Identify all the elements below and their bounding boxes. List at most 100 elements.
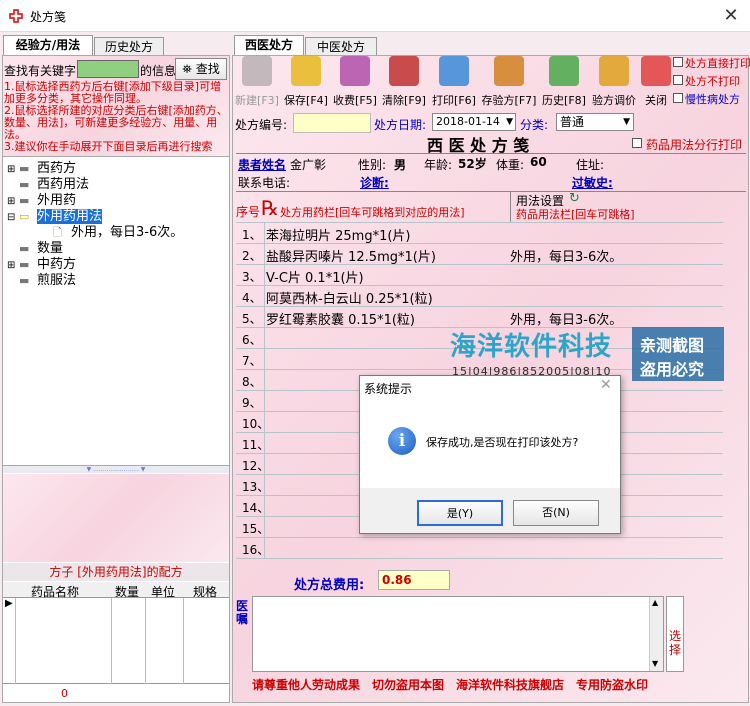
opt-no-print: 处方不打印 [685,75,740,88]
row-drug[interactable]: 盐酸异丙嗪片 12.5mg*1(片) [266,246,436,265]
tree-expander-icon[interactable]: ⊞ [7,258,19,274]
date-picker[interactable]: 2018-01-14 ▼ [432,113,516,131]
rx-row[interactable]: 5、 罗红霉素胶囊 0.15*1(粒) 外用，每日3-6次。 [236,307,723,328]
row-pointer-icon: ▶ [5,598,13,609]
red-cross-icon [9,9,23,23]
rx-no-input[interactable] [293,113,371,133]
toolbar-button[interactable]: 打印[F6] [430,55,478,107]
rx-row[interactable]: 3、 V-C片 0.1*1(片) [236,265,723,286]
allergy-label[interactable]: 过敏史: [572,174,613,191]
tree-expander-icon[interactable]: ⊞ [7,194,19,210]
date-value: 2018-01-14 [436,115,500,128]
rx-row[interactable]: 16、 [236,538,723,559]
tree-item[interactable]: 🗋 外用，每日3-6次。 [7,225,183,241]
splitter-handle[interactable]: ▼ ........................ ▼ [3,465,229,473]
tree-item-label: 西药方 [37,161,77,176]
tree-item[interactable]: ⊟ ▭ 外用药用法 [7,209,183,225]
col-drug-header: 处方用药栏[回车可跳格到对应的用法] [280,206,465,219]
row-number: 11、 [242,438,270,452]
recipe-grid[interactable]: ▶ [3,598,229,684]
sex-value[interactable]: 男 [394,156,406,173]
adjust-price-icon [599,56,629,86]
toolbar-button-label: 清除[F9] [382,94,426,107]
toolbar-button[interactable]: 保存[F4] [282,55,330,107]
dialog-close-icon[interactable]: ✕ [600,377,612,393]
patient-name[interactable]: 金广彰 [290,156,326,173]
rx-row[interactable]: 1、 苯海拉明片 25mg*1(片) [236,223,723,244]
advice-textarea[interactable]: ▲ ▼ [252,596,664,672]
tree-item-label: 西药用法 [37,177,90,192]
drive-icon: ▬ [19,242,30,255]
row-drug[interactable]: 苯海拉明片 25mg*1(片) [266,225,411,244]
rx-row[interactable]: 2、 盐酸异丙嗪片 12.5mg*1(片) 外用，每日3-6次。 [236,244,723,265]
print-icon [439,56,469,86]
toolbar-button[interactable]: 收费[F5] [331,55,379,107]
system-dialog: 系统提示 ✕ i 保存成功,是否现在打印该处方? 是(Y) 否(N) [359,375,621,534]
scroll-up-icon[interactable]: ▲ [652,598,658,607]
refresh-icon[interactable]: ↻ [569,191,580,206]
row-usage[interactable]: 外用，每日3-6次。 [510,246,622,265]
toolbar-button[interactable]: 关闭 [641,55,671,107]
rx-row[interactable]: 4、 阿莫西林-白云山 0.25*1(粒) [236,286,723,307]
advice-select-button[interactable]: 选择 [666,596,684,672]
tree-item[interactable]: ⊞ ▬ 外用药 [7,193,183,209]
tree-item[interactable]: ⊞ ▬ 西药方 [7,161,183,177]
row-number: 2、 [242,249,262,263]
opt-direct-print-checkbox[interactable] [673,57,683,67]
tips: 1.鼠标选择西药方后右键[添加下级目录]可增加更多分类，其它操作同理。 2.鼠标… [4,81,230,153]
diagnosis-label[interactable]: 诊断: [360,174,389,191]
drive-icon: ▬ [19,258,30,271]
dialog-message: 保存成功,是否现在打印该处方? [426,436,579,449]
drive-icon: ▬ [19,194,30,207]
row-number: 16、 [242,543,270,557]
tip-2: 2.鼠标选择所建的对应分类后右键[添加药方、数量、用法]，可新建更多经验方、用量… [4,104,228,141]
opt-no-print-checkbox[interactable] [673,75,683,85]
toolbar-button[interactable]: 历史[F8] [540,55,588,107]
tree-item[interactable]: ⊞ ▬ 中药方 [7,257,183,273]
tree-item-label: 煎服法 [37,273,77,288]
split-print-label: 药品用法分行打印 [646,138,743,152]
tree-expander-icon[interactable]: ⊟ [7,210,19,226]
tree-item[interactable]: ▬ 西药用法 [7,177,183,193]
save-icon [291,56,321,86]
tab-western[interactable]: 西医处方 [234,35,304,57]
history-icon [549,56,579,86]
advice-label: 医嘱 [236,599,249,626]
toolbar-button[interactable]: 新建[F3] [234,55,280,107]
dialog-title: 系统提示 [364,382,413,396]
search-input[interactable] [77,60,139,78]
category-value: 普通 [560,115,585,129]
search-button[interactable]: ⛯ 查找 [175,58,227,80]
tab-experience[interactable]: 经验方/用法 [3,35,93,57]
scroll-down-icon[interactable]: ▼ [652,659,658,668]
weight-value[interactable]: 60 [530,155,547,169]
row-drug[interactable]: V-C片 0.1*1(片) [266,267,364,286]
toolbar-button-label: 存验方[F7] [481,94,537,107]
tab-chinese[interactable]: 中医处方 [305,37,377,57]
row-drug[interactable]: 罗红霉素胶囊 0.15*1(粒) [266,309,415,328]
drive-icon: ▬ [19,178,30,191]
category-select[interactable]: 普通 ▼ [556,113,634,131]
close-icon[interactable]: ✕ [718,4,744,28]
toolbar-button-label: 关闭 [645,94,667,107]
tree-item[interactable]: ▬ 煎服法 [7,273,183,289]
toolbar-button-label: 收费[F5] [333,94,377,107]
toolbar-button[interactable]: 存验方[F7] [479,55,539,107]
toolbar-button[interactable]: 清除[F9] [380,55,428,107]
tree-expander-icon[interactable]: ⊞ [7,162,19,178]
split-print-checkbox[interactable] [632,138,642,148]
dialog-yes-button[interactable]: 是(Y) [417,500,503,526]
age-value[interactable]: 52岁 [458,155,487,172]
row-drug[interactable]: 阿莫西林-白云山 0.25*1(粒) [266,288,433,307]
window-title: 处方笺 [30,10,67,24]
toolbar-button[interactable]: 验方调价 [589,55,639,107]
dialog-no-button[interactable]: 否(N) [513,500,599,526]
tree-item[interactable]: ▬ 数量 [7,241,183,257]
phone-label: 联系电话: [238,176,291,190]
watermark-brand: 海洋软件科技 [450,332,613,362]
tab-history[interactable]: 历史处方 [94,37,164,57]
opt-chronic-checkbox[interactable] [673,93,683,103]
row-number: 6、 [242,333,262,347]
advice-scrollbar[interactable]: ▲ ▼ [649,597,663,671]
tree-view: ⊞ ▬ 西药方 ▬ 西药用法 ⊞ ▬ 外用药 ⊟ ▭ 外用药用法 🗋 外用，每日3-6次。 ▬ 数量 ⊞ ▬ 中药… [3,156,229,466]
